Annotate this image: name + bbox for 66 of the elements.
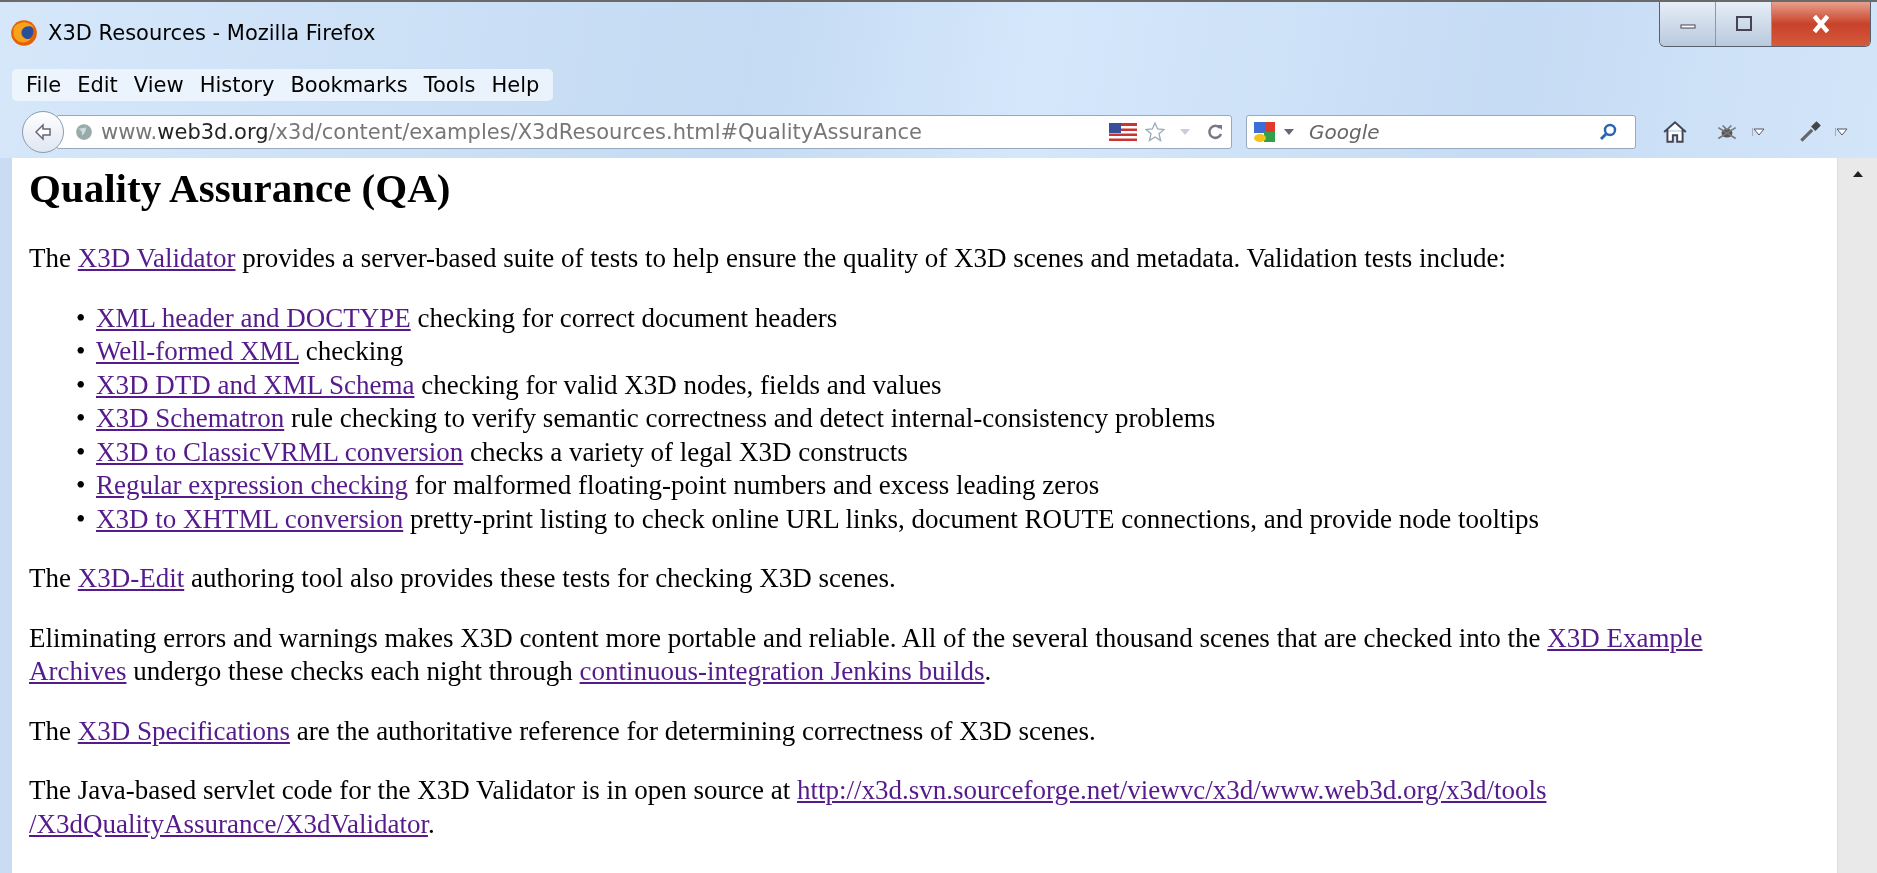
link[interactable]: X3D Example <box>1547 622 1703 653</box>
list-item-text: X3D to ClassicVRML conversion checks a variety of legal X3D constructs <box>96 435 908 469</box>
menu-item[interactable]: Edit <box>71 73 124 97</box>
menu-item[interactable]: History <box>193 73 281 97</box>
dropdown-arrow-icon[interactable] <box>1752 128 1765 136</box>
search-icon[interactable] <box>1599 122 1619 142</box>
star-icon[interactable] <box>1145 122 1165 142</box>
reload-icon[interactable] <box>1205 122 1225 142</box>
scroll-up-arrow-icon[interactable] <box>1851 170 1864 178</box>
paragraph: The X3D Validator provides a server-based suite of tests to help ensure the quality of X3D scenes and metadata. Validation tests include: <box>29 242 1508 275</box>
bullet: • <box>76 335 87 368</box>
menu-item[interactable]: File <box>20 73 68 97</box>
window-title: X3D Resources - Mozilla Firefox <box>48 21 376 45</box>
flag-icon <box>1109 123 1137 141</box>
eyedropper-icon[interactable] <box>1797 119 1823 145</box>
address-bar[interactable]: www.web3d.org/x3d/content/examples/X3dResources.html#QualityAssurance <box>56 115 1232 149</box>
menu-item[interactable]: View <box>127 73 190 97</box>
bullet: • <box>76 402 87 435</box>
bullet: • <box>76 301 87 335</box>
bullet: • <box>76 435 87 469</box>
maximize-icon <box>1733 14 1754 34</box>
maximize-button[interactable] <box>1716 2 1772 46</box>
paragraph: The X3D-Edit authoring tool also provides these tests for checking X3D scenes. <box>29 562 897 595</box>
link[interactable]: Archives <box>29 656 127 686</box>
firefox-logo-icon <box>10 19 38 47</box>
link[interactable]: X3D DTD and XML Schema <box>96 369 415 400</box>
menu-item[interactable]: Tools <box>417 73 482 97</box>
dropdown-arrow-icon[interactable] <box>1835 128 1848 136</box>
globe-icon <box>75 123 93 141</box>
bullet: • <box>76 502 87 536</box>
home-icon[interactable] <box>1662 119 1688 145</box>
url-text: www.web3d.org/x3d/content/examples/X3dResources.html#QualityAssurance <box>101 120 923 144</box>
bullet: • <box>76 368 87 402</box>
link[interactable]: http://x3d.svn.sourceforge.net/viewvc/x3d/www.web3d.org/x3d/tools <box>797 775 1547 805</box>
link[interactable]: X3D to ClassicVRML conversion <box>96 436 464 467</box>
list-item-text: Regular expression checking for malformed floating-point numbers and excess leading zeros <box>96 469 1100 502</box>
scrollbar[interactable] <box>1837 158 1877 873</box>
link[interactable]: continuous-integration Jenkins builds <box>579 656 985 686</box>
link[interactable]: XML header and DOCTYPE <box>96 302 411 333</box>
paragraph: The X3D Specifications are the authoritative reference for determining correctness of X3D scenes. <box>29 714 1097 748</box>
link[interactable]: X3D-Edit <box>77 563 185 593</box>
paragraph: The Java-based servlet code for the X3D Validator is in open source at http://x3d.svn.sourceforge.net/viewvc/x3d/www.web3d.org/x3d/tools /X3dQualityAssurance/X3dValidator. <box>29 774 1548 841</box>
link[interactable]: X3D Validator <box>77 243 236 273</box>
search-field[interactable]: Google <box>1307 119 1593 145</box>
link[interactable]: X3D Specifications <box>77 715 290 746</box>
search-bar[interactable]: Google <box>1246 115 1636 149</box>
link[interactable]: /X3dQualityAssurance/X3dValidator <box>29 808 428 839</box>
page-heading: Quality Assurance (QA) <box>29 164 452 213</box>
menu-item[interactable]: Help <box>485 73 546 97</box>
bullet: • <box>76 469 87 502</box>
paragraph: Eliminating errors and warnings makes X3D content more portable and reliable. All of the several thousand scenes that are checked into the X3D Example Archives undergo these checks each night through continuous-integration Jenkins builds. <box>29 621 1704 688</box>
list-item-text: X3D DTD and XML Schema checking for valid X3D nodes, fields and values <box>96 368 942 402</box>
dropdown-arrow-icon[interactable] <box>1283 128 1295 136</box>
link[interactable]: X3D Schematron <box>96 403 285 433</box>
link[interactable]: Well-formed XML <box>96 336 299 366</box>
back-button[interactable] <box>22 111 64 153</box>
back-arrow-icon <box>33 122 53 142</box>
google-g-icon <box>1253 120 1277 144</box>
list-item-text: XML header and DOCTYPE checking for correct document headers <box>96 301 838 335</box>
link[interactable]: Regular expression checking <box>96 470 408 500</box>
menu-item[interactable]: Bookmarks <box>284 73 414 97</box>
list-item-text: X3D Schematron rule checking to verify semantic correctness and detect internal-consistency problems <box>96 402 1216 435</box>
close-button[interactable] <box>1772 2 1870 46</box>
list-item-text: X3D to XHTML conversion pretty-print listing to check online URL links, document ROUTE connections, and provide node tooltips <box>96 502 1540 536</box>
list-item-text: Well-formed XML checking <box>96 335 404 368</box>
link[interactable]: X3D to XHTML conversion <box>96 503 404 534</box>
